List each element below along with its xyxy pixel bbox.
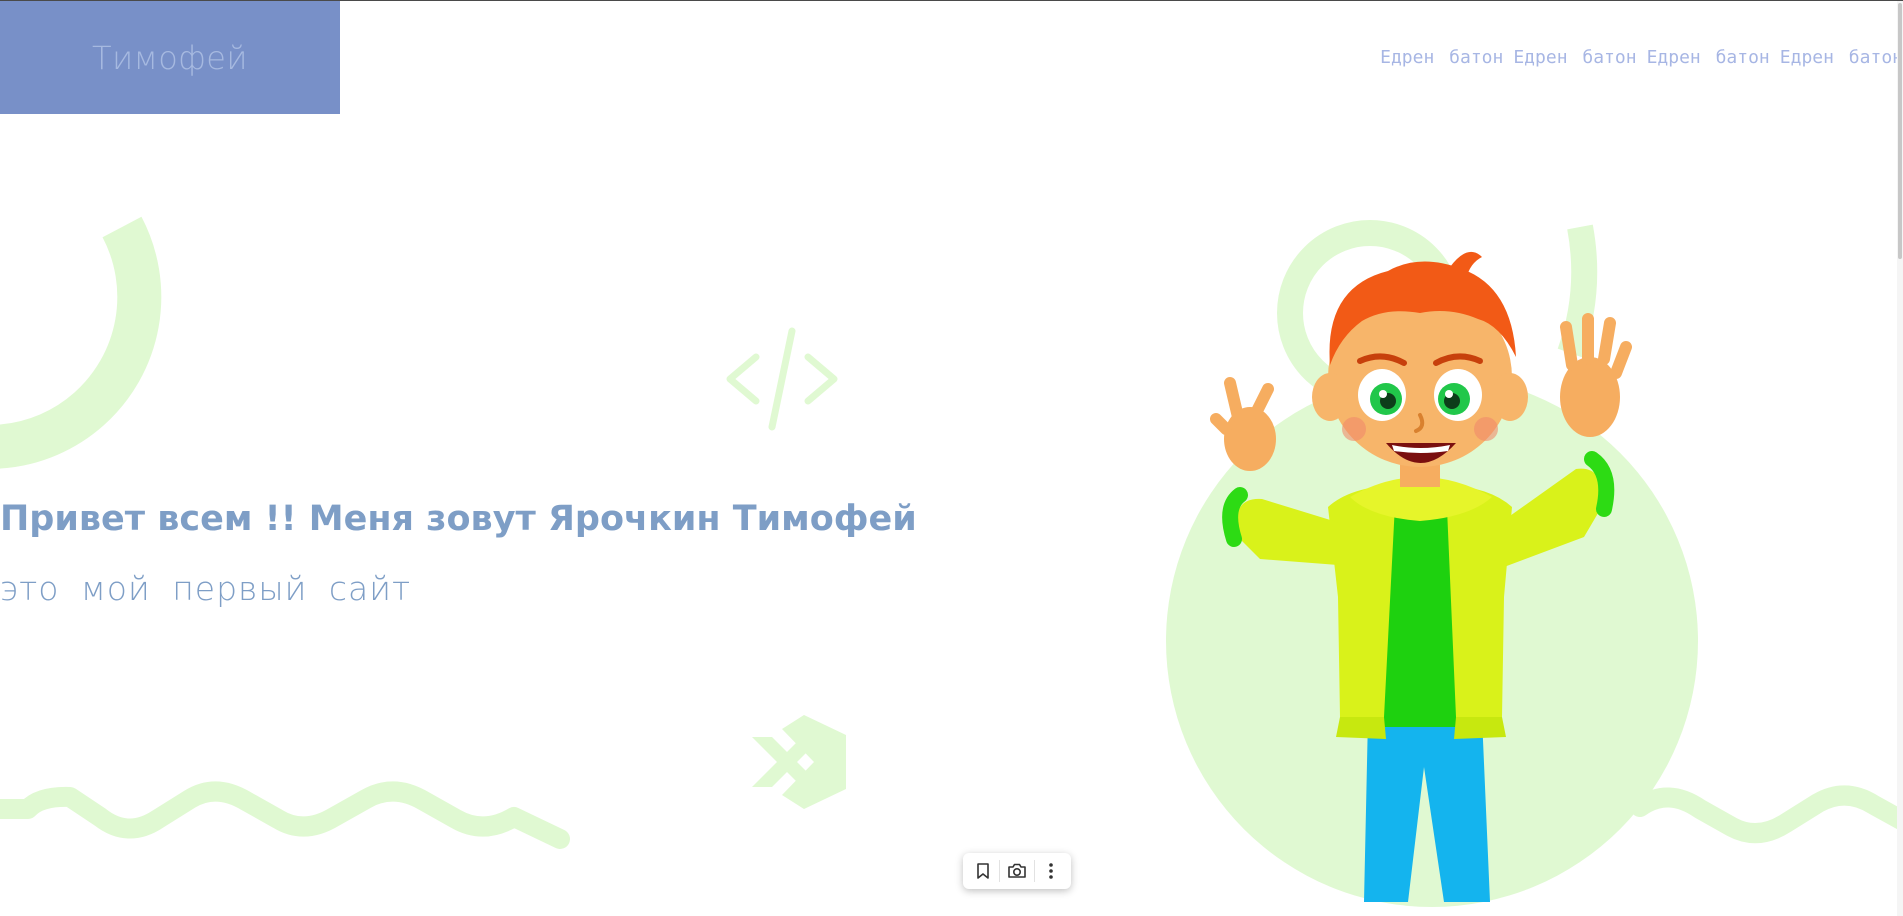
main-nav: Едрен батон Едрен батон Едрен батон Едре… bbox=[1380, 47, 1903, 68]
hero-title: Привет всем !! Меня зовут Ярочкин Тимофе… bbox=[0, 499, 917, 539]
page: Тимофей Едрен батон Едрен батон Едрен ба… bbox=[0, 0, 1903, 916]
screenshot-button[interactable] bbox=[1002, 856, 1032, 886]
nav-link-1[interactable]: Едрен батон bbox=[1380, 47, 1503, 68]
page-scrollbar[interactable] bbox=[1897, 1, 1903, 916]
deco-wave-left bbox=[0, 781, 570, 849]
more-options-button[interactable] bbox=[1036, 856, 1066, 886]
boy-arm-left bbox=[1236, 498, 1340, 565]
floating-toolbar bbox=[963, 853, 1071, 889]
site-logo[interactable]: Тимофей bbox=[0, 1, 340, 114]
toolbar-divider bbox=[999, 860, 1001, 882]
more-vert-icon bbox=[1049, 863, 1053, 879]
deco-wave-right bbox=[1630, 785, 1903, 843]
hero-subtitle: это мой первый сайт bbox=[0, 569, 412, 608]
deco-ring-topleft bbox=[0, 216, 162, 469]
bookmark-icon bbox=[976, 863, 989, 879]
hero-illustration bbox=[1210, 251, 1632, 902]
boy-arm-right bbox=[1500, 468, 1604, 567]
vscode-icon-decor bbox=[752, 715, 846, 809]
scrollbar-thumb[interactable] bbox=[1898, 3, 1902, 259]
logo-text: Тимофей bbox=[92, 38, 248, 77]
toolbar-divider bbox=[1033, 860, 1035, 882]
bookmark-button[interactable] bbox=[968, 856, 998, 886]
camera-icon bbox=[1008, 863, 1026, 878]
nav-link-3[interactable]: Едрен батон bbox=[1647, 47, 1770, 68]
nav-link-2[interactable]: Едрен батон bbox=[1513, 47, 1636, 68]
boy-jeans bbox=[1364, 717, 1490, 902]
code-icon-decor bbox=[726, 327, 838, 431]
nav-link-4[interactable]: Едрен батон bbox=[1780, 47, 1903, 68]
